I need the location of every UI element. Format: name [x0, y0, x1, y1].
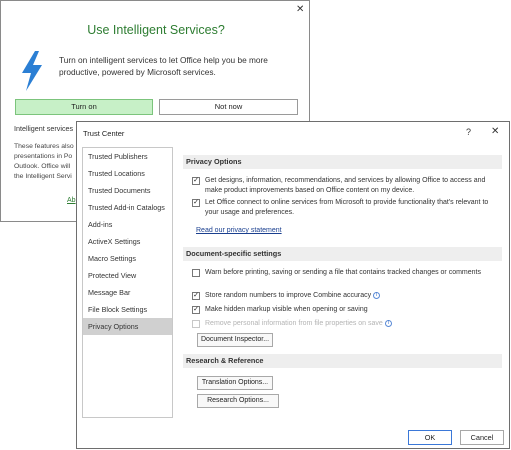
cancel-button[interactable]: Cancel: [460, 430, 504, 445]
nav-item-trusted-publishers[interactable]: Trusted Publishers: [83, 148, 172, 165]
help-icon[interactable]: ?: [466, 127, 471, 137]
nav-item-message-bar[interactable]: Message Bar: [83, 284, 172, 301]
nav-item-trusted-locations[interactable]: Trusted Locations: [83, 165, 172, 182]
privacy-statement-link[interactable]: Read our privacy statement: [196, 227, 282, 234]
nav-item-trusted-documents[interactable]: Trusted Documents: [83, 182, 172, 199]
about-link[interactable]: Ab: [67, 197, 76, 204]
checkbox-store-random-numbers[interactable]: ✓: [192, 292, 200, 300]
option-label-wrap: Remove personal information from file pr…: [205, 319, 497, 329]
nav-item-activex-settings[interactable]: ActiveX Settings: [83, 233, 172, 250]
option-label: Get designs, information, recommendation…: [205, 177, 486, 194]
turn-on-button[interactable]: Turn on: [15, 99, 153, 115]
option-label: Store random numbers to improve Combine …: [205, 292, 372, 299]
nav-item-trusted-add-in-catalogs[interactable]: Trusted Add-in Catalogs: [83, 199, 172, 216]
option-remove-personal-information: Remove personal information from file pr…: [192, 319, 497, 329]
option-label: Make hidden markup visible when opening …: [205, 306, 368, 313]
lightning-icon: [22, 51, 42, 91]
info-icon[interactable]: i: [384, 319, 392, 327]
description-line: These features also: [14, 143, 74, 150]
dialog-message: Turn on intelligent services to let Offi…: [59, 55, 268, 77]
not-now-button[interactable]: Not now: [159, 99, 298, 115]
option-connect-online-services[interactable]: ✓ Let Office connect to online services …: [192, 198, 497, 217]
option-label-wrap: Store random numbers to improve Combine …: [205, 291, 497, 301]
document-inspector-button[interactable]: Document Inspector...: [197, 333, 273, 347]
section-heading-research-reference: Research & Reference: [183, 354, 502, 368]
section-heading-document-specific: Document-specific settings: [183, 247, 502, 261]
option-store-random-numbers[interactable]: ✓ Store random numbers to improve Combin…: [192, 291, 497, 301]
research-options-button[interactable]: Research Options...: [197, 394, 279, 408]
dialog-title: Use Intelligent Services?: [87, 23, 225, 37]
close-icon[interactable]: ✕: [296, 4, 304, 15]
checkbox-designs-information[interactable]: ✓: [192, 177, 200, 185]
intelligent-services-description: These features also presentations in Po …: [14, 142, 74, 182]
description-line: Outlook. Office will: [14, 163, 71, 170]
trust-center-nav: Trusted Publishers Trusted Locations Tru…: [82, 147, 173, 418]
trust-center-dialog: Trust Center ? ✕ Trusted Publishers Trus…: [76, 121, 510, 449]
option-label: Remove personal information from file pr…: [205, 320, 383, 327]
checkbox-make-hidden-markup-visible[interactable]: ✓: [192, 306, 200, 314]
option-designs-information[interactable]: ✓ Get designs, information, recommendati…: [192, 176, 497, 195]
checkbox-remove-personal-information: [192, 320, 200, 328]
translation-options-button[interactable]: Translation Options...: [197, 376, 273, 390]
ok-button[interactable]: OK: [408, 430, 452, 445]
description-line: presentations in Po: [14, 153, 73, 160]
checkbox-warn-before-printing[interactable]: [192, 269, 200, 277]
nav-item-macro-settings[interactable]: Macro Settings: [83, 250, 172, 267]
option-warn-before-printing[interactable]: Warn before printing, saving or sending …: [192, 268, 497, 278]
option-label: Let Office connect to online services fr…: [205, 199, 489, 216]
option-make-hidden-markup-visible[interactable]: ✓ Make hidden markup visible when openin…: [192, 305, 497, 315]
dialog-title: Trust Center: [83, 129, 125, 138]
section-heading-privacy-options: Privacy Options: [183, 155, 502, 169]
nav-item-protected-view[interactable]: Protected View: [83, 267, 172, 284]
intelligent-services-heading: Intelligent services: [14, 124, 74, 133]
close-icon[interactable]: ✕: [491, 126, 499, 137]
nav-item-file-block-settings[interactable]: File Block Settings: [83, 301, 172, 318]
info-icon[interactable]: i: [373, 291, 381, 299]
option-label: Warn before printing, saving or sending …: [205, 269, 481, 276]
nav-item-add-ins[interactable]: Add-ins: [83, 216, 172, 233]
description-line: the Intelligent Servi: [14, 173, 72, 180]
checkbox-connect-online-services[interactable]: ✓: [192, 199, 200, 207]
nav-item-privacy-options[interactable]: Privacy Options: [83, 318, 172, 335]
